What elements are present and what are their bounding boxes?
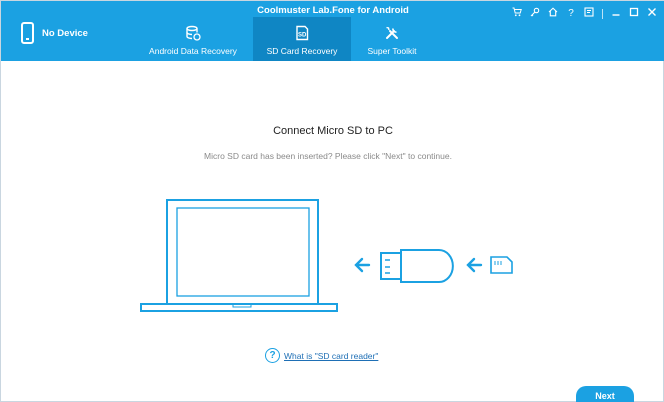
sd-reader-illustration [140, 199, 513, 312]
help-link[interactable]: What is "SD card reader" [284, 351, 378, 361]
arrow-left-icon [466, 257, 483, 273]
usb-card-reader-icon [380, 249, 454, 283]
sd-reader-help[interactable]: ? What is "SD card reader" [265, 348, 378, 363]
micro-sd-card-icon [490, 256, 513, 274]
app-window: Coolmuster Lab.Fone for Android No Devic… [0, 0, 664, 402]
next-button[interactable]: Next [576, 386, 634, 402]
question-circle-icon: ? [265, 348, 280, 363]
arrow-left-icon [354, 257, 371, 273]
laptop-icon [140, 199, 338, 312]
